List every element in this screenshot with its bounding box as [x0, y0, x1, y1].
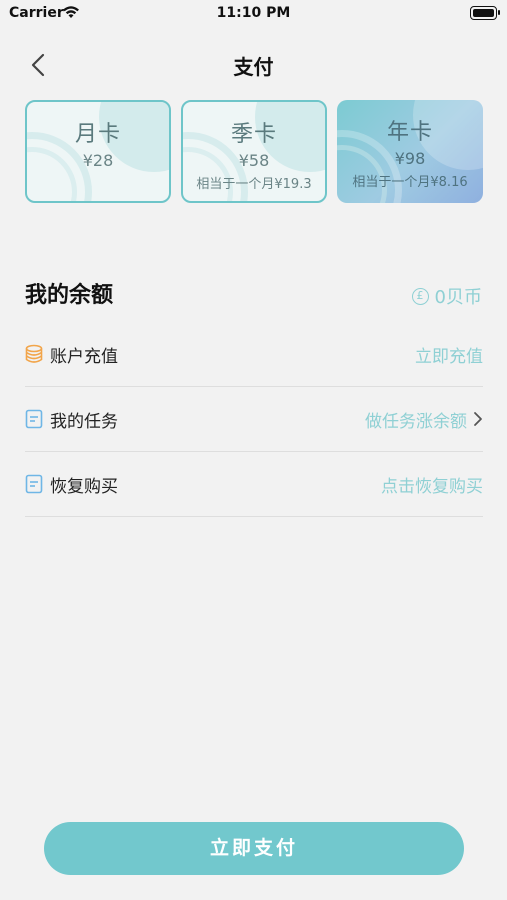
chevron-right-icon	[474, 412, 482, 426]
nav-bar: 支付	[0, 40, 507, 88]
restore-purchase-link[interactable]: 点击恢复购买	[381, 472, 483, 497]
document-icon	[25, 409, 43, 429]
list-item-restore[interactable]: 恢复购买 点击恢复购买	[25, 452, 483, 517]
page-title: 支付	[233, 55, 274, 79]
plan-price: ¥28	[82, 151, 114, 170]
plan-monthly-equivalent: 相当于一个月¥8.16	[352, 175, 468, 190]
balance-amount: 0贝币	[434, 287, 482, 308]
list-item-label: 恢复购买	[50, 477, 118, 497]
coins-icon	[25, 344, 43, 363]
plan-price: ¥98	[394, 149, 426, 168]
document-icon	[25, 474, 43, 494]
list-item-tasks[interactable]: 我的任务 做任务涨余额	[25, 387, 483, 452]
list-item-recharge[interactable]: 账户充值 立即充值	[25, 322, 483, 387]
pay-now-button[interactable]: 立即支付	[44, 822, 464, 875]
status-time: 11:10 PM	[216, 5, 291, 21]
plan-name: 月卡	[74, 122, 121, 147]
battery-icon	[470, 6, 500, 20]
balance-value: £ 0贝币	[411, 283, 482, 309]
plan-cards: 月卡 ¥28 季卡 ¥58 相当于一个月¥19.3 年卡 ¥98 相当于一个月¥…	[25, 100, 483, 204]
tasks-link[interactable]: 做任务涨余额	[365, 407, 467, 432]
plan-card-quarterly[interactable]: 季卡 ¥58 相当于一个月¥19.3	[181, 100, 327, 203]
coin-icon: £	[411, 287, 429, 305]
payment-screen: Carrier 11:10 PM 支付 月卡 ¥28 季卡 ¥58 相当于一个月…	[0, 0, 507, 900]
plan-price: ¥58	[238, 151, 270, 170]
status-bar: Carrier 11:10 PM	[0, 0, 507, 28]
plan-monthly-equivalent: 相当于一个月¥19.3	[196, 177, 312, 192]
balance-title: 我的余额	[25, 283, 114, 308]
plan-card-yearly[interactable]: 年卡 ¥98 相当于一个月¥8.16	[337, 100, 483, 203]
plan-card-monthly[interactable]: 月卡 ¥28	[25, 100, 171, 203]
account-options-list: 账户充值 立即充值 我的任务 做任务涨余额 恢复购买 点击恢复购买	[25, 322, 483, 517]
recharge-link[interactable]: 立即充值	[415, 342, 483, 367]
list-item-label: 账户充值	[50, 347, 118, 367]
plan-name: 季卡	[230, 122, 277, 147]
plan-name: 年卡	[386, 120, 433, 145]
list-item-label: 我的任务	[50, 412, 118, 432]
